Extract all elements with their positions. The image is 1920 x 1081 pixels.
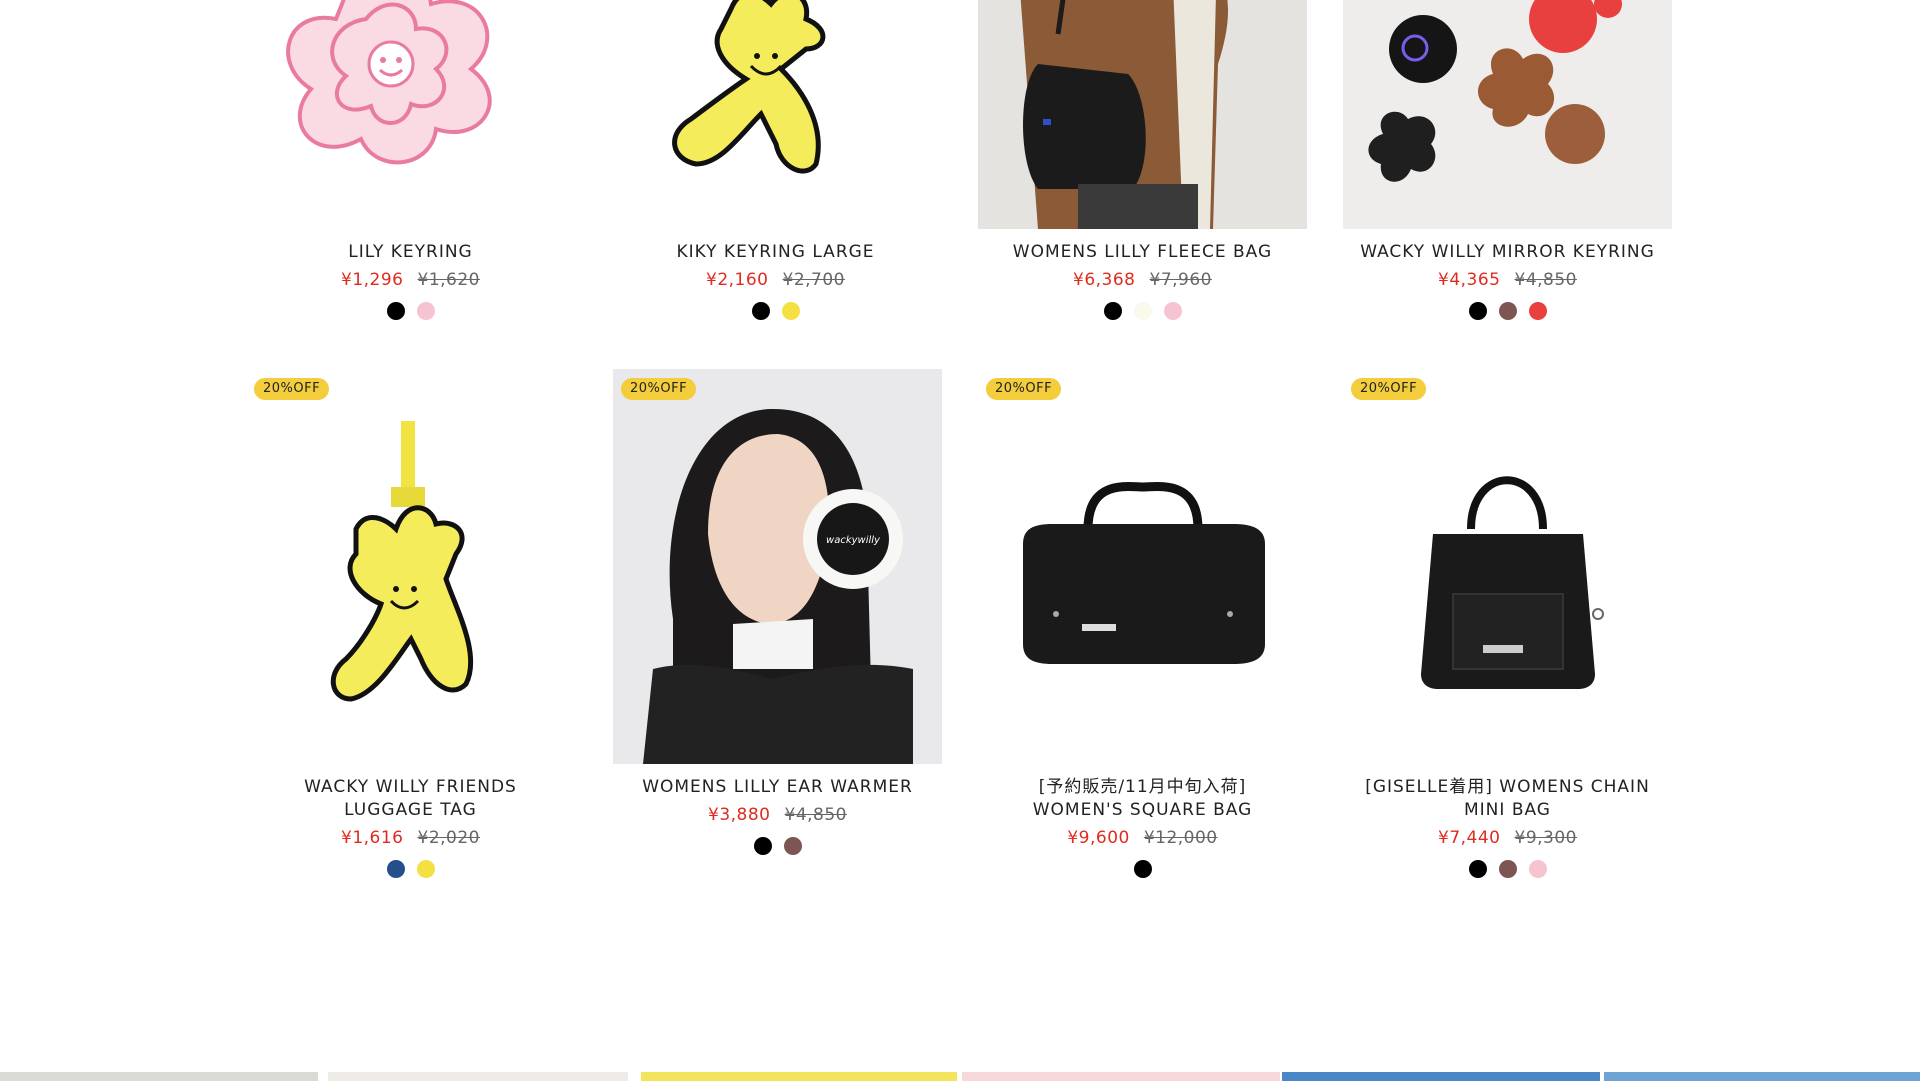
product-price: ¥7,440 ¥9,300 [1343, 827, 1672, 849]
product-name[interactable]: WOMENS LILLY EAR WARMER [613, 776, 942, 799]
banner-tile[interactable] [641, 1072, 957, 1081]
sale-price: ¥4,365 [1438, 270, 1501, 290]
original-price: ¥4,850 [784, 805, 847, 825]
product-name[interactable]: [GISELLE着用] WOMENS CHAIN MINI BAG [1343, 776, 1672, 822]
color-swatch-brown[interactable] [1498, 302, 1517, 320]
color-swatches [978, 860, 1307, 878]
product-image[interactable]: 20%OFF wackywilly [613, 369, 942, 764]
color-swatch-black[interactable] [1468, 302, 1487, 320]
product-image[interactable] [1343, 0, 1672, 229]
sale-price: ¥3,880 [708, 805, 771, 825]
color-swatch-pink[interactable] [416, 302, 435, 320]
original-price: ¥2,700 [782, 270, 845, 290]
color-swatch-brown[interactable] [1498, 860, 1517, 878]
product-image[interactable] [246, 0, 575, 229]
product-price: ¥2,160 ¥2,700 [611, 269, 940, 291]
product-name[interactable]: LILY KEYRING [246, 241, 575, 264]
product-price: ¥1,296 ¥1,620 [246, 269, 575, 291]
product-image[interactable]: 20%OFF [246, 369, 575, 764]
sale-price: ¥7,440 [1438, 828, 1501, 848]
discount-badge: 20%OFF [621, 378, 697, 400]
sale-price: ¥1,616 [341, 828, 404, 848]
product-image[interactable] [611, 0, 940, 229]
product-image[interactable]: 20%OFF [978, 369, 1307, 764]
sale-price: ¥9,600 [1067, 828, 1130, 848]
color-swatch-black[interactable] [753, 837, 772, 855]
banner-tile[interactable] [962, 1072, 1280, 1081]
color-swatch-brown[interactable] [783, 837, 802, 855]
banner-tile[interactable] [1604, 1072, 1920, 1081]
original-price: ¥4,850 [1514, 270, 1577, 290]
sale-price: ¥2,160 [706, 270, 769, 290]
color-swatch-ivory[interactable] [1133, 302, 1152, 320]
banner-tile[interactable] [1282, 1072, 1600, 1081]
original-price: ¥7,960 [1149, 270, 1212, 290]
color-swatch-yellow[interactable] [416, 860, 435, 878]
color-swatch-black[interactable] [751, 302, 770, 320]
color-swatch-black[interactable] [1103, 302, 1122, 320]
color-swatches [613, 837, 942, 855]
color-swatches [246, 860, 575, 878]
product-price: ¥4,365 ¥4,850 [1343, 269, 1672, 291]
color-swatches [1343, 302, 1672, 320]
banner-tile[interactable] [0, 1072, 318, 1081]
product-price: ¥1,616 ¥2,020 [246, 827, 575, 849]
color-swatch-pink[interactable] [1528, 860, 1547, 878]
color-swatch-black[interactable] [1468, 860, 1487, 878]
product-price: ¥3,880 ¥4,850 [613, 804, 942, 826]
color-swatches [1343, 860, 1672, 878]
color-swatch-navy[interactable] [386, 860, 405, 878]
color-swatches [978, 302, 1307, 320]
discount-badge: 20%OFF [986, 378, 1062, 400]
product-name[interactable]: WOMENS LILLY FLEECE BAG [978, 241, 1307, 264]
product-image[interactable] [978, 0, 1307, 229]
sale-price: ¥1,296 [341, 270, 404, 290]
color-swatch-pink[interactable] [1163, 302, 1182, 320]
product-name[interactable]: WACKY WILLY FRIENDS LUGGAGE TAG [246, 776, 575, 822]
product-name[interactable]: WACKY WILLY MIRROR KEYRING [1343, 241, 1672, 264]
product-price: ¥9,600 ¥12,000 [978, 827, 1307, 849]
color-swatch-red[interactable] [1528, 302, 1547, 320]
product-name[interactable]: KIKY KEYRING LARGE [611, 241, 940, 264]
svg-text:wackywilly: wackywilly [826, 535, 881, 546]
product-image[interactable]: 20%OFF [1343, 369, 1672, 764]
original-price: ¥9,300 [1514, 828, 1577, 848]
original-price: ¥2,020 [417, 828, 480, 848]
banner-tile[interactable] [328, 1072, 628, 1081]
color-swatches [246, 302, 575, 320]
color-swatch-yellow[interactable] [781, 302, 800, 320]
sale-price: ¥6,368 [1073, 270, 1136, 290]
original-price: ¥1,620 [417, 270, 480, 290]
original-price: ¥12,000 [1143, 828, 1218, 848]
product-price: ¥6,368 ¥7,960 [978, 269, 1307, 291]
color-swatch-black[interactable] [1133, 860, 1152, 878]
product-name[interactable]: [予約販売/11月中旬入荷] WOMEN'S SQUARE BAG [978, 776, 1307, 822]
discount-badge: 20%OFF [1351, 378, 1427, 400]
color-swatch-black[interactable] [386, 302, 405, 320]
color-swatches [611, 302, 940, 320]
discount-badge: 20%OFF [254, 378, 330, 400]
